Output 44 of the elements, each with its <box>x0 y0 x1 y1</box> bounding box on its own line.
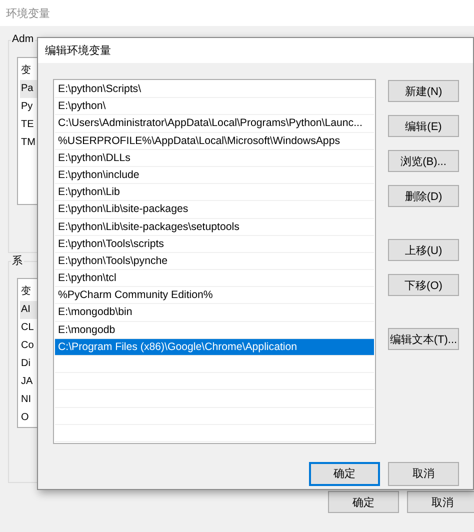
path-item[interactable]: E:\python\DLLs <box>55 150 374 166</box>
action-button[interactable]: 删除(D) <box>388 185 459 207</box>
list-item[interactable]: 变 <box>20 62 37 80</box>
list-item[interactable]: JA <box>20 373 37 391</box>
group-label: Adm <box>11 33 35 45</box>
action-button[interactable]: 下移(O) <box>388 274 459 296</box>
path-item[interactable]: C:\Program Files (x86)\Google\Chrome\Application <box>55 338 374 355</box>
path-item[interactable]: %PyCharm Community Edition% <box>55 287 374 304</box>
path-item[interactable]: E:\python\Lib <box>55 184 374 200</box>
list-item[interactable]: 变 <box>20 283 37 301</box>
path-item[interactable]: E:\python\Lib\site-packages\setuptools <box>55 218 374 235</box>
action-button[interactable]: 上移(U) <box>388 239 459 261</box>
list-item[interactable]: CL <box>20 319 37 337</box>
path-item[interactable]: E:\python\tcl <box>55 270 374 286</box>
list-item[interactable]: TE <box>20 116 37 134</box>
path-item[interactable]: E:\python\Tools\scripts <box>55 236 374 252</box>
list-item[interactable]: O <box>20 409 37 427</box>
group-label: 系 <box>11 254 24 268</box>
list-item[interactable]: Di <box>20 355 37 373</box>
window-title: 环境变量 <box>6 6 50 20</box>
action-button[interactable]: 编辑文本(T)... <box>388 328 459 350</box>
action-button[interactable]: 浏览(B)... <box>388 150 459 172</box>
path-item[interactable]: C:\Users\Administrator\AppData\Local\Programs\Python\Launc... <box>55 115 374 132</box>
path-item[interactable]: E:\python\ <box>55 98 374 114</box>
ok-button[interactable]: 确定 <box>309 462 380 486</box>
list-item[interactable]: TM <box>20 134 37 152</box>
path-item[interactable]: E:\python\include <box>55 166 374 184</box>
path-item[interactable]: E:\mongodb <box>55 322 374 338</box>
ok-button[interactable]: 确定 <box>328 491 399 513</box>
cancel-button[interactable]: 取消 <box>407 491 474 513</box>
action-button[interactable]: 编辑(E) <box>388 115 459 137</box>
list-item[interactable]: Pa <box>20 80 37 98</box>
path-item[interactable]: E:\mongodb\bin <box>55 304 374 321</box>
list-item[interactable]: Py <box>20 98 37 116</box>
path-item[interactable]: E:\python\Lib\site-packages <box>55 201 374 218</box>
action-button[interactable]: 新建(N) <box>388 80 459 102</box>
path-item[interactable]: E:\python\Scripts\ <box>55 81 374 98</box>
cancel-button[interactable]: 取消 <box>388 462 459 486</box>
list-item[interactable]: NI <box>20 391 37 409</box>
list-item[interactable]: Co <box>20 337 37 355</box>
path-item[interactable]: %USERPROFILE%\AppData\Local\Microsoft\WindowsApps <box>55 132 374 149</box>
dialog-title: 编辑环境变量 <box>45 44 111 58</box>
list-item[interactable]: AI <box>20 301 37 319</box>
path-item[interactable]: E:\python\Tools\pynche <box>55 252 374 270</box>
